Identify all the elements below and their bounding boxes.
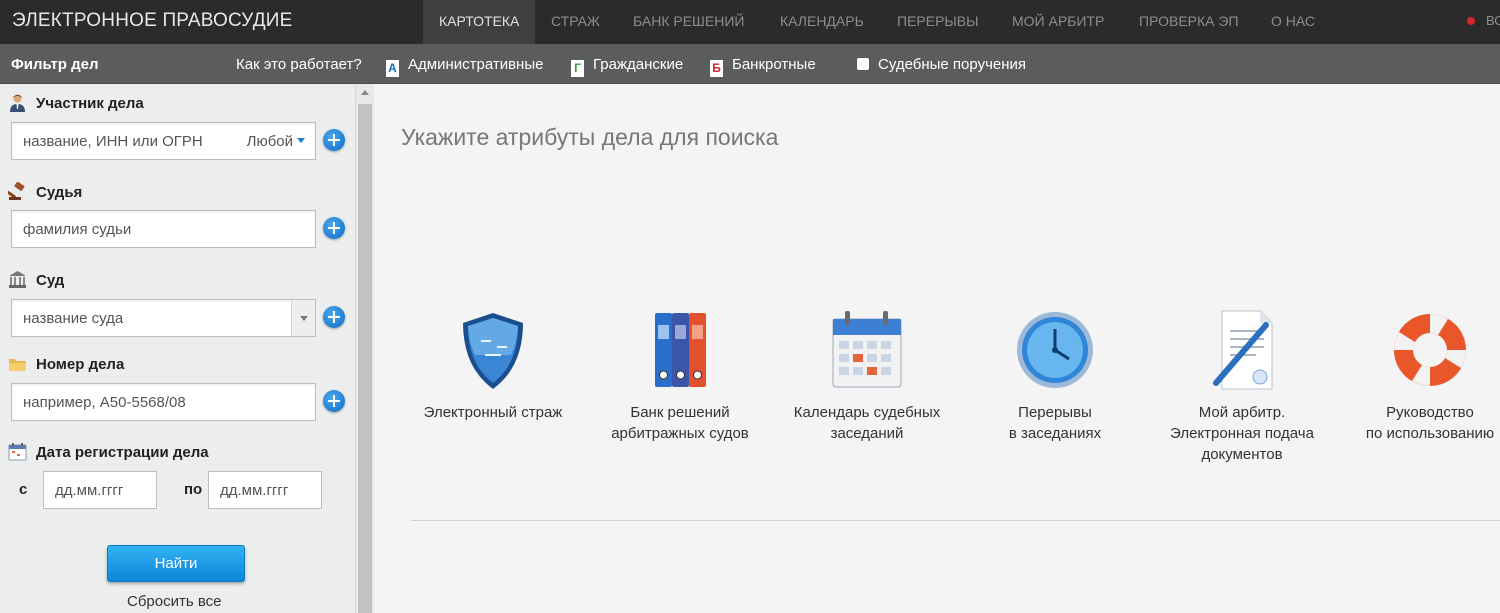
tile-caption-line: Перерывы bbox=[1018, 404, 1092, 421]
nav-o-nas[interactable]: О НАС bbox=[1271, 0, 1315, 44]
court-label: Суд bbox=[36, 272, 65, 289]
nav-bank-resheniy[interactable]: БАНК РЕШЕНИЙ bbox=[633, 0, 744, 44]
date-from-label: с bbox=[19, 481, 28, 498]
add-participant-button[interactable] bbox=[323, 129, 345, 151]
case-number-field[interactable] bbox=[11, 383, 316, 421]
participant-label: Участник дела bbox=[36, 95, 144, 112]
date-from-input[interactable] bbox=[44, 472, 156, 508]
administrative-badge-icon: А bbox=[386, 60, 399, 77]
filter-sidebar bbox=[0, 84, 355, 613]
how-it-works-link[interactable]: Как это работает? bbox=[236, 56, 362, 73]
case-number-input[interactable] bbox=[12, 384, 315, 420]
category-label: Банкротные bbox=[732, 56, 816, 73]
find-button[interactable]: Найти bbox=[107, 545, 245, 582]
participant-type-select[interactable]: Любой bbox=[247, 133, 305, 150]
tile-caption-line: Руководство bbox=[1386, 404, 1474, 421]
reset-all-link[interactable]: Сбросить все bbox=[127, 593, 221, 610]
tile-caption-line: Банк решений bbox=[630, 404, 730, 421]
date-to-field[interactable] bbox=[208, 471, 322, 509]
nav-pereryvy[interactable]: ПЕРЕРЫВЫ bbox=[897, 0, 979, 44]
site-brand[interactable]: ЭЛЕКТРОННОЕ ПРАВОСУДИЕ bbox=[12, 10, 293, 32]
tile-caption-line: по использованию bbox=[1365, 425, 1495, 442]
tile-caption-line: Мой арбитр. bbox=[1198, 404, 1286, 421]
category-label: Судебные поручения bbox=[878, 56, 1027, 73]
add-case-number-button[interactable] bbox=[323, 390, 345, 412]
filter-title: Фильтр дел bbox=[11, 56, 99, 73]
judge-label: Судья bbox=[36, 184, 83, 201]
judge-field[interactable] bbox=[11, 210, 316, 248]
content-divider bbox=[411, 520, 1500, 521]
participant-field[interactable]: Любой bbox=[11, 122, 316, 160]
binders-icon bbox=[655, 313, 706, 387]
add-court-button[interactable] bbox=[323, 306, 345, 328]
tile-caption-line: заседаний bbox=[830, 425, 904, 442]
date-to-input[interactable] bbox=[209, 472, 321, 508]
bankruptcy-badge-icon: Б bbox=[710, 60, 723, 77]
sidebar-scrollbar[interactable] bbox=[355, 84, 374, 613]
person-icon bbox=[10, 94, 25, 112]
tile-caption-line: Электронный страж bbox=[423, 404, 563, 421]
page-title: Укажите атрибуты дела для поиска bbox=[401, 124, 779, 150]
main-panel bbox=[374, 84, 1500, 613]
date-from-field[interactable] bbox=[43, 471, 157, 509]
civil-badge-icon: Г bbox=[571, 60, 584, 77]
court-orders-checkbox[interactable] bbox=[857, 58, 869, 70]
category-administrative[interactable]: А Административные bbox=[386, 55, 544, 77]
tile-caption-line: в заседаниях bbox=[1008, 425, 1102, 442]
tile-caption-line: Календарь судебных bbox=[793, 404, 941, 421]
court-input[interactable] bbox=[12, 300, 315, 336]
nav-kartoteka[interactable]: КАРТОТЕКА bbox=[423, 0, 536, 44]
calendar-icon bbox=[8, 443, 27, 461]
add-judge-button[interactable] bbox=[323, 217, 345, 239]
filter-bar: Фильтр дел Как это работает? А Администра… bbox=[0, 44, 1500, 84]
nav-kalendar[interactable]: КАЛЕНДАРЬ bbox=[780, 0, 864, 44]
registration-date-label: Дата регистрации дела bbox=[36, 444, 209, 461]
court-dropdown-button[interactable] bbox=[291, 300, 315, 336]
tile-caption-line: документов bbox=[1201, 446, 1283, 463]
tile-caption-line: Электронная подача bbox=[1170, 425, 1314, 442]
category-label: Гражданские bbox=[593, 56, 684, 73]
scroll-up-icon[interactable] bbox=[361, 90, 369, 95]
folder-icon bbox=[9, 359, 26, 371]
tile-caption: Банк решений арбитражных судов bbox=[600, 402, 760, 444]
lifebuoy-icon bbox=[1394, 314, 1466, 386]
category-civil[interactable]: Г Гражданские bbox=[571, 55, 684, 77]
tile-caption-line: арбитражных судов bbox=[611, 425, 749, 442]
shield-icon bbox=[463, 313, 523, 389]
judge-input[interactable] bbox=[12, 211, 315, 247]
clock-icon bbox=[1017, 312, 1093, 388]
top-navigation-bar: ЭЛЕКТРОННОЕ ПРАВОСУДИЕ КАРТОТЕКА СТРАЖ Б… bbox=[0, 0, 1500, 44]
nav-proverka-ep[interactable]: ПРОВЕРКА ЭП bbox=[1139, 0, 1239, 44]
tile-caption: Календарь судебных заседаний bbox=[787, 402, 947, 444]
tile-caption: Перерывы в заседаниях bbox=[975, 402, 1135, 444]
tile-caption: Мой арбитр. Электронная подача документо… bbox=[1162, 402, 1322, 465]
court-field[interactable] bbox=[11, 299, 316, 337]
category-label: Административные bbox=[408, 56, 544, 73]
category-court-orders[interactable]: Судебные поручения bbox=[857, 55, 1026, 75]
chevron-down-icon bbox=[297, 138, 305, 143]
gavel-icon bbox=[8, 182, 25, 200]
scrollbar-thumb[interactable] bbox=[358, 104, 372, 613]
courthouse-icon bbox=[9, 271, 26, 288]
calendar-icon bbox=[832, 311, 902, 388]
nav-user-login[interactable]: ВО bbox=[1486, 0, 1500, 42]
date-to-label: по bbox=[184, 481, 203, 498]
triangle-down-icon bbox=[300, 316, 308, 321]
nav-strazh[interactable]: СТРАЖ bbox=[551, 0, 600, 44]
case-number-label: Номер дела bbox=[36, 356, 125, 373]
status-dot-icon bbox=[1467, 17, 1475, 25]
category-bankruptcy[interactable]: Б Банкротные bbox=[710, 55, 816, 77]
tile-caption: Руководство по использованию bbox=[1355, 402, 1500, 444]
tile-caption: Электронный страж bbox=[413, 402, 573, 423]
document-pen-icon bbox=[1213, 310, 1273, 390]
participant-type-value: Любой bbox=[246, 133, 293, 150]
nav-moy-arbitr[interactable]: МОЙ АРБИТР bbox=[1012, 0, 1104, 44]
